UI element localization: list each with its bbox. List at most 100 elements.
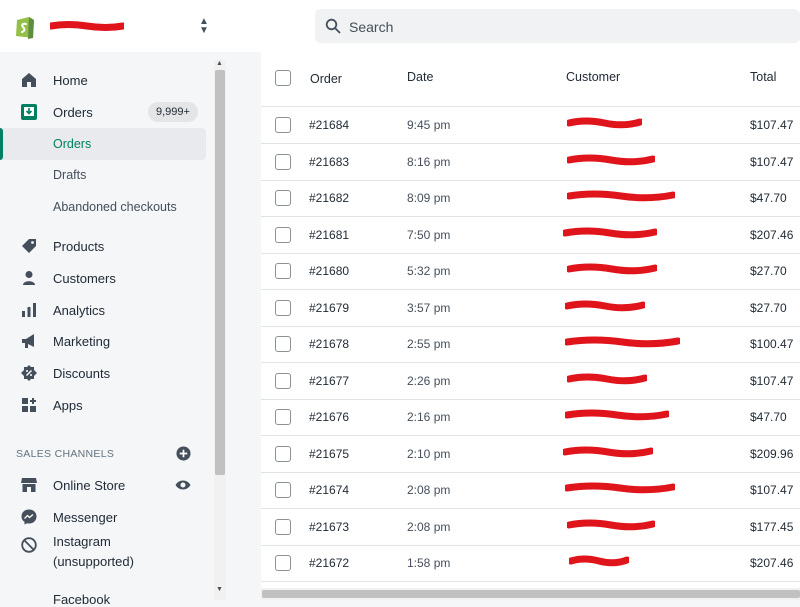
- order-date: 2:10 pm: [407, 446, 451, 461]
- order-total: $209.96: [750, 446, 794, 461]
- sidebar-item-apps[interactable]: Apps: [0, 390, 210, 420]
- row-checkbox[interactable]: [275, 372, 291, 389]
- store-switcher[interactable]: ▲ ▼: [0, 0, 222, 52]
- active-indicator: [0, 128, 3, 160]
- order-total: $47.70: [750, 410, 787, 424]
- table-row[interactable]: #21673 2:08 pm $177.45: [261, 509, 800, 546]
- scroll-up-arrow-icon[interactable]: ▲: [216, 60, 223, 67]
- chevron-updown-icon: ▲ ▼: [199, 16, 209, 36]
- orders-count-badge: 9,999+: [148, 102, 198, 122]
- column-header-date[interactable]: Date: [407, 70, 433, 84]
- order-total: $27.70: [750, 300, 787, 315]
- table-row[interactable]: #21674 2:08 pm $107.47: [261, 472, 800, 509]
- customers-icon: [20, 269, 38, 287]
- store-name-redacted: [50, 21, 124, 31]
- sidebar-item-customers[interactable]: Customers: [0, 263, 210, 293]
- sidebar-item-label: Orders: [53, 104, 93, 120]
- customer-name-redacted: [565, 482, 675, 494]
- scroll-down-arrow-icon[interactable]: ▼: [216, 586, 223, 593]
- marketing-megaphone-icon: [20, 332, 38, 350]
- shopify-logo-icon: [16, 17, 34, 39]
- table-row[interactable]: #21677 2:26 pm $107.47: [261, 363, 800, 400]
- column-header-customer[interactable]: Customer: [566, 70, 620, 84]
- table-row[interactable]: #21684 9:45 pm $107.47: [261, 107, 800, 144]
- order-date: 2:08 pm: [407, 519, 451, 534]
- search-placeholder: Search: [349, 19, 394, 35]
- sidebar-item-products[interactable]: Products: [0, 231, 210, 261]
- order-number[interactable]: #21678: [309, 337, 349, 351]
- table-row[interactable]: #21672 1:58 pm $207.46: [261, 545, 800, 582]
- add-sales-channel-icon[interactable]: [176, 446, 191, 461]
- table-row[interactable]: #21683 8:16 pm $107.47: [261, 144, 800, 181]
- table-row[interactable]: #21680 5:32 pm $27.70: [261, 253, 800, 290]
- order-number[interactable]: #21677: [309, 374, 349, 388]
- sidebar-item-label: Products: [53, 238, 105, 254]
- order-number[interactable]: #21674: [309, 483, 349, 497]
- order-number[interactable]: #21682: [309, 191, 349, 205]
- table-row[interactable]: #21681 7:50 pm $207.46: [261, 217, 800, 254]
- table-row[interactable]: #21676 2:16 pm $47.70: [261, 399, 800, 436]
- search-input[interactable]: Search: [315, 9, 800, 43]
- order-number[interactable]: #21676: [309, 410, 349, 424]
- order-date: 1:58 pm: [407, 556, 451, 570]
- sidebar-item-home[interactable]: Home: [0, 65, 210, 95]
- apps-icon: [20, 396, 38, 414]
- sidebar-item-orders[interactable]: Orders 9,999+: [0, 97, 210, 127]
- row-checkbox[interactable]: [275, 263, 291, 279]
- sidebar-item-messenger[interactable]: Messenger: [0, 502, 210, 532]
- table-row[interactable]: #21682 8:09 pm $47.70: [261, 180, 800, 217]
- order-number[interactable]: #21673: [309, 520, 349, 534]
- row-checkbox[interactable]: [275, 409, 291, 425]
- row-checkbox[interactable]: [275, 336, 291, 352]
- table-row[interactable]: #21679 3:57 pm $27.70: [261, 290, 800, 327]
- customer-name-redacted: [567, 373, 647, 384]
- order-number[interactable]: #21679: [309, 301, 349, 315]
- sidebar-subitem-drafts[interactable]: Drafts: [0, 160, 210, 190]
- sidebar-subitem-abandoned-checkouts[interactable]: Abandoned checkouts: [0, 192, 210, 222]
- sidebar-item-label: Customers: [53, 270, 116, 286]
- sidebar-item-analytics[interactable]: Analytics: [0, 295, 210, 325]
- row-checkbox[interactable]: [275, 518, 291, 535]
- search-icon: [325, 18, 341, 34]
- instagram-blocked-icon: [20, 536, 38, 554]
- row-checkbox[interactable]: [275, 482, 291, 498]
- sidebar-item-instagram[interactable]: Instagram (unsupported): [0, 532, 210, 574]
- row-checkbox[interactable]: [275, 299, 291, 316]
- order-number[interactable]: #21683: [309, 155, 349, 169]
- sales-channels-heading: SALES CHANNELS: [16, 448, 115, 460]
- select-all-checkbox[interactable]: [275, 70, 291, 86]
- column-header-total[interactable]: Total: [750, 70, 776, 84]
- customer-name-redacted: [565, 336, 680, 348]
- row-checkbox[interactable]: [275, 226, 291, 243]
- column-header-order[interactable]: Order: [310, 72, 342, 86]
- view-store-eye-icon[interactable]: [175, 479, 191, 491]
- sidebar-item-label: Instagram: [53, 534, 111, 549]
- order-total: $107.47: [750, 118, 794, 132]
- order-number[interactable]: #21681: [309, 228, 349, 242]
- customer-name-redacted: [565, 300, 645, 311]
- store-icon: [20, 476, 38, 494]
- row-checkbox[interactable]: [275, 555, 291, 571]
- order-date: 5:32 pm: [407, 264, 451, 278]
- sidebar-item-label: Online Store: [53, 477, 126, 493]
- sidebar-scrollbar-thumb[interactable]: [215, 70, 225, 475]
- order-number[interactable]: #21680: [309, 264, 349, 278]
- order-number[interactable]: #21684: [309, 118, 349, 132]
- order-number[interactable]: #21675: [309, 447, 349, 461]
- row-checkbox[interactable]: [275, 445, 291, 462]
- order-total: $177.45: [750, 519, 794, 534]
- order-number[interactable]: #21672: [309, 556, 349, 570]
- customer-name-redacted: [567, 519, 655, 530]
- row-checkbox[interactable]: [275, 117, 291, 133]
- row-checkbox[interactable]: [275, 190, 291, 206]
- sidebar-item-discounts[interactable]: Discounts: [0, 358, 210, 388]
- table-row[interactable]: #21675 2:10 pm $209.96: [261, 436, 800, 473]
- sidebar-subitem-orders[interactable]: Orders: [0, 128, 206, 160]
- row-checkbox[interactable]: [275, 153, 291, 170]
- orders-icon: [20, 103, 38, 121]
- sidebar-item-marketing[interactable]: Marketing: [0, 326, 210, 356]
- order-date: 8:16 pm: [407, 154, 451, 169]
- table-row[interactable]: #21678 2:55 pm $100.47: [261, 326, 800, 363]
- horizontal-scrollbar-thumb[interactable]: [262, 590, 800, 598]
- sidebar-item-label: Marketing: [53, 333, 111, 349]
